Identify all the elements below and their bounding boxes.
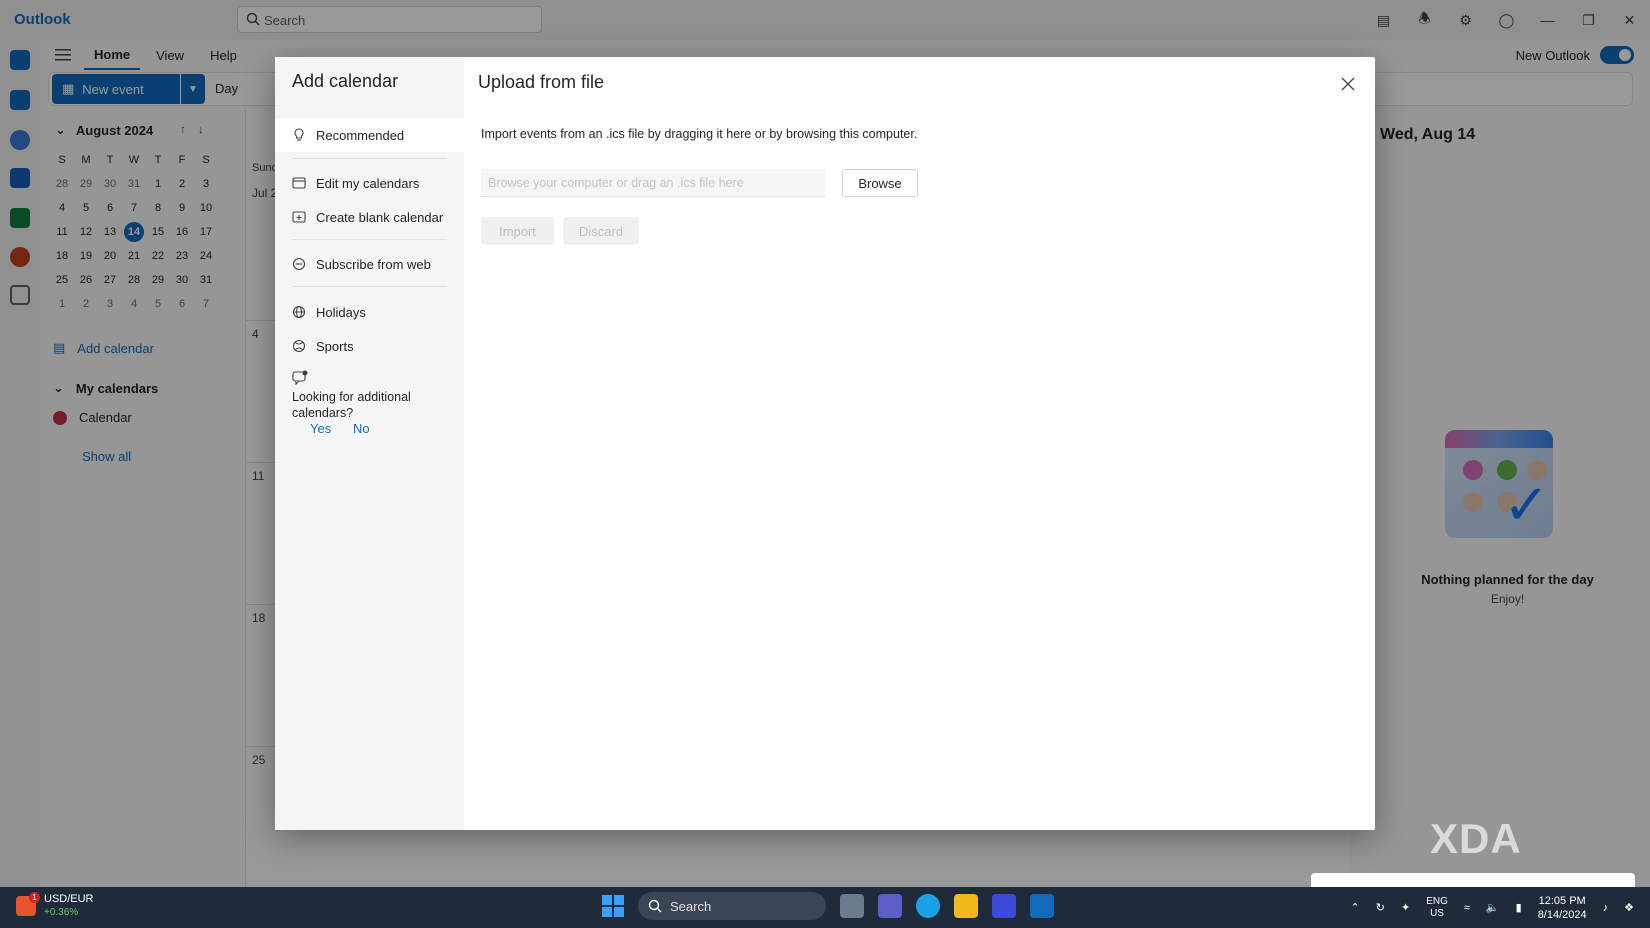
windows-taskbar: 1 USD/EUR +0.36% Search ⌃ ↻ ✦ ENG US ≈ 🔈…: [0, 887, 1650, 928]
region-code: US: [1430, 907, 1444, 919]
divider: [292, 239, 447, 240]
stock-icon: 1: [16, 892, 40, 916]
taskbar-search[interactable]: Search: [638, 892, 826, 920]
chevron-up-icon[interactable]: ⌃: [1351, 901, 1360, 914]
volume-icon[interactable]: 🔈: [1486, 901, 1500, 914]
app-icon[interactable]: [992, 894, 1016, 918]
file-drop-input[interactable]: [481, 169, 825, 197]
task-view-icon[interactable]: [840, 894, 864, 918]
close-icon[interactable]: [1337, 73, 1359, 95]
nav-holidays[interactable]: Holidays: [275, 295, 464, 329]
dialog-title: Add calendar: [292, 71, 399, 91]
sync-icon[interactable]: ↻: [1376, 901, 1385, 914]
nav-label: Recommended: [316, 127, 405, 143]
windows-start-icon[interactable]: [602, 895, 624, 917]
notification-toast: [1311, 873, 1635, 887]
nav-label: Sports: [316, 338, 354, 354]
clock-date: 8/14/2024: [1537, 908, 1587, 921]
link-icon: [292, 257, 306, 271]
ball-icon: [292, 339, 306, 353]
divider: [292, 158, 447, 159]
copilot-icon[interactable]: ❖: [1624, 901, 1634, 914]
browse-button[interactable]: Browse: [842, 169, 918, 197]
upload-description: Import events from an .ics file by dragg…: [481, 127, 918, 141]
content-heading: Upload from file: [478, 72, 605, 92]
nav-recommended[interactable]: Recommended: [275, 118, 464, 152]
nav-label: Create blank calendar: [316, 209, 444, 225]
edge-icon[interactable]: [916, 894, 940, 918]
clock[interactable]: 12:05 PM 8/14/2024: [1538, 894, 1587, 922]
dialog-content: Upload from file Import events from an .…: [464, 57, 1375, 830]
bell-icon[interactable]: ♪: [1603, 902, 1609, 914]
language-indicator[interactable]: ENG US: [1426, 896, 1448, 920]
stock-widget[interactable]: 1 USD/EUR +0.36%: [16, 892, 94, 919]
stock-change: +0.36%: [44, 907, 79, 918]
app-tray-icon[interactable]: ✦: [1401, 901, 1410, 914]
clock-time: 12:05 PM: [1538, 894, 1586, 907]
feedback-icon: [292, 370, 308, 388]
edit-calendar-icon: [292, 176, 306, 190]
wifi-icon[interactable]: ≈: [1464, 902, 1470, 914]
nav-subscribe-from-web[interactable]: Subscribe from web: [275, 247, 464, 281]
language-code: ENG: [1426, 895, 1448, 907]
feedback-yes-button[interactable]: Yes: [310, 421, 331, 436]
dialog-sidebar: Add calendar Recommended Edit my calenda…: [275, 57, 464, 830]
calendar-add-icon: [292, 210, 306, 224]
teams-icon[interactable]: [878, 894, 902, 918]
add-calendar-dialog: Add calendar Recommended Edit my calenda…: [275, 57, 1375, 830]
discard-button[interactable]: Discard: [563, 217, 639, 245]
system-tray: ⌃ ↻ ✦ ENG US ≈ 🔈 ▮ 12:05 PM 8/14/2024 ♪ …: [1351, 887, 1634, 928]
nav-label: Subscribe from web: [316, 256, 431, 272]
stock-name: USD/EUR: [44, 893, 94, 905]
watermark-logo: XDA: [1430, 815, 1522, 862]
search-icon: [648, 899, 662, 913]
notification-badge: 1: [29, 892, 40, 903]
taskbar-search-label: Search: [670, 898, 712, 914]
nav-edit-my-calendars[interactable]: Edit my calendars: [275, 166, 464, 200]
file-explorer-icon[interactable]: [954, 894, 978, 918]
outlook-taskbar-icon[interactable]: [1030, 894, 1054, 918]
nav-sports[interactable]: Sports: [275, 329, 464, 363]
import-button[interactable]: Import: [481, 217, 554, 245]
taskbar-apps: Search: [602, 892, 1054, 920]
nav-label: Holidays: [316, 304, 366, 320]
lightbulb-icon: [292, 128, 306, 142]
divider: [292, 286, 447, 287]
nav-create-blank-calendar[interactable]: Create blank calendar: [275, 200, 464, 234]
feedback-no-button[interactable]: No: [353, 421, 370, 436]
feedback-question: Looking for additional calendars?: [292, 390, 411, 420]
battery-icon[interactable]: ▮: [1516, 901, 1522, 914]
globe-icon: [292, 305, 306, 319]
nav-label: Edit my calendars: [316, 175, 420, 191]
